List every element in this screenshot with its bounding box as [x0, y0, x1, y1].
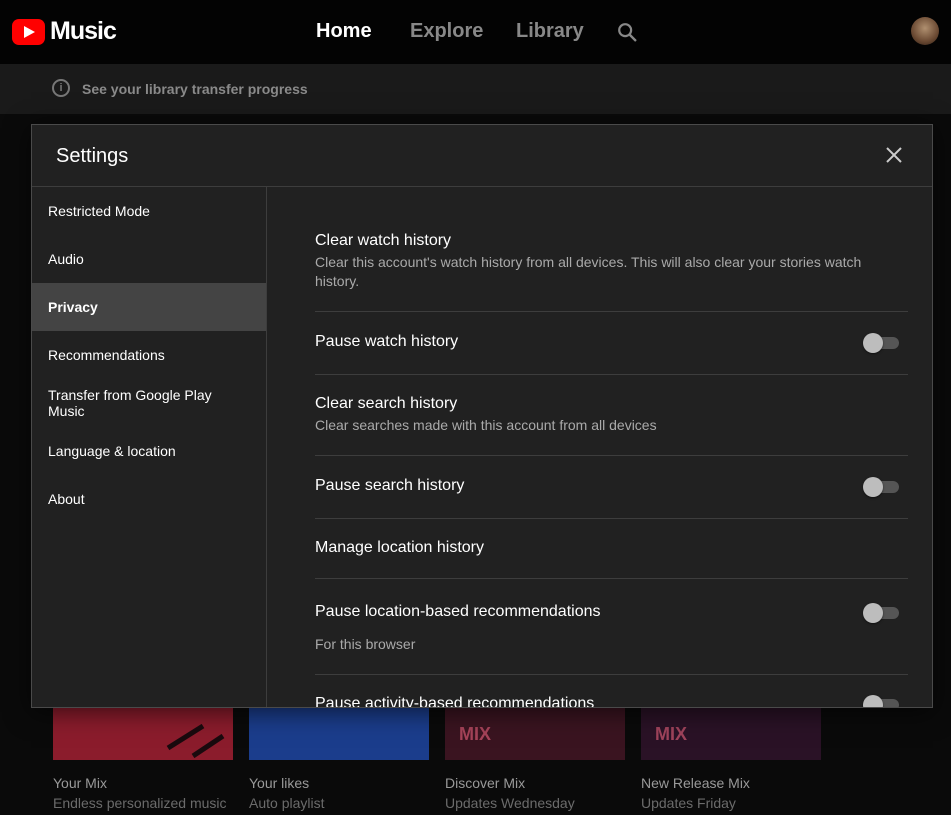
sidebar-item-recommendations[interactable]: Recommendations — [32, 331, 266, 379]
pause-watch-history-toggle[interactable] — [863, 333, 899, 353]
sidebar-item-label: Recommendations — [48, 347, 165, 363]
sidebar-item-label: Audio — [48, 251, 84, 267]
card-subtitle: Updates Friday — [641, 795, 736, 811]
setting-title: Manage location history — [315, 539, 484, 556]
privacy-settings-panel: Clear watch history Clear this account's… — [267, 187, 932, 707]
pause-location-recommendations-toggle[interactable] — [863, 603, 899, 623]
setting-description: Clear this account's watch history from … — [315, 254, 862, 289]
mix-cards-row: MIX MIX Your Mix Endless personalized mu… — [0, 708, 951, 815]
pause-activity-recommendations-row: Pause activity-based recommendations — [315, 674, 908, 707]
clear-search-history-row[interactable]: Clear search history Clear searches made… — [315, 374, 908, 456]
setting-title: Pause activity-based recommendations — [315, 695, 595, 707]
pause-search-history-toggle[interactable] — [863, 477, 899, 497]
settings-sidebar: Restricted Mode Audio Privacy Recommenda… — [32, 187, 267, 707]
card-subtitle: Auto playlist — [249, 795, 325, 811]
card-thumbnail-your-mix[interactable] — [53, 708, 233, 760]
setting-title: Clear search history — [315, 395, 458, 412]
setting-title: Pause watch history — [315, 333, 459, 350]
youtube-music-logo[interactable]: Music — [12, 17, 117, 46]
toggle-knob — [863, 603, 883, 623]
pause-watch-history-row: Pause watch history — [315, 311, 908, 375]
sidebar-item-label: Restricted Mode — [48, 203, 150, 219]
pause-search-history-row: Pause search history — [315, 455, 908, 519]
pause-location-recommendations-row: Pause location-based recommendations For… — [315, 578, 908, 675]
clear-watch-history-row[interactable]: Clear watch history Clear this account's… — [315, 222, 908, 312]
card-title[interactable]: New Release Mix — [641, 775, 750, 791]
card-title[interactable]: Your likes — [249, 775, 309, 791]
card-subtitle: Endless personalized music — [53, 795, 227, 811]
card-thumbnail-your-likes[interactable] — [249, 708, 429, 760]
sidebar-item-privacy[interactable]: Privacy — [32, 283, 266, 331]
close-icon[interactable] — [884, 145, 904, 165]
sidebar-item-restricted-mode[interactable]: Restricted Mode — [32, 187, 266, 235]
dialog-header: Settings — [32, 125, 932, 187]
top-bar: Music Home Explore Library — [0, 0, 951, 64]
sidebar-item-audio[interactable]: Audio — [32, 235, 266, 283]
search-icon[interactable] — [616, 21, 638, 43]
setting-title: Pause search history — [315, 477, 465, 494]
avatar[interactable] — [911, 17, 939, 45]
toggle-knob — [863, 477, 883, 497]
card-subtitle: Updates Wednesday — [445, 795, 575, 811]
setting-description: For this browser — [315, 636, 416, 652]
nav-explore[interactable]: Explore — [410, 20, 483, 43]
logo-text: Music — [50, 17, 117, 45]
dialog-title: Settings — [56, 145, 129, 167]
setting-title: Clear watch history — [315, 232, 452, 249]
info-icon: i — [52, 79, 70, 97]
mix-badge: MIX — [655, 724, 688, 744]
setting-title: Pause location-based recommendations — [315, 603, 601, 620]
toggle-knob — [863, 333, 883, 353]
sidebar-item-language-location[interactable]: Language & location — [32, 427, 266, 475]
transfer-notice-bar: i See your library transfer progress — [0, 64, 951, 114]
sidebar-item-label: Transfer from Google Play Music — [48, 387, 212, 419]
sidebar-item-label: About — [48, 491, 85, 507]
sidebar-item-transfer[interactable]: Transfer from Google Play Music — [32, 379, 266, 427]
settings-dialog: Settings Restricted Mode Audio Privacy R… — [31, 124, 933, 708]
setting-description: Clear searches made with this account fr… — [315, 417, 657, 433]
sidebar-item-about[interactable]: About — [32, 475, 266, 523]
sidebar-item-label: Privacy — [48, 299, 98, 315]
transfer-notice-link[interactable]: See your library transfer progress — [82, 81, 308, 97]
card-thumbnail-discover-mix[interactable]: MIX — [445, 708, 625, 760]
card-thumbnail-new-release-mix[interactable]: MIX — [641, 708, 821, 760]
youtube-play-icon — [12, 18, 45, 45]
card-title[interactable]: Your Mix — [53, 775, 107, 791]
nav-library[interactable]: Library — [516, 20, 584, 43]
card-title[interactable]: Discover Mix — [445, 775, 525, 791]
pause-activity-recommendations-toggle[interactable] — [863, 695, 899, 707]
nav-home[interactable]: Home — [316, 20, 372, 43]
manage-location-history-row[interactable]: Manage location history — [315, 518, 908, 579]
mix-badge: MIX — [459, 724, 492, 744]
toggle-knob — [863, 695, 883, 707]
sidebar-item-label: Language & location — [48, 443, 176, 459]
